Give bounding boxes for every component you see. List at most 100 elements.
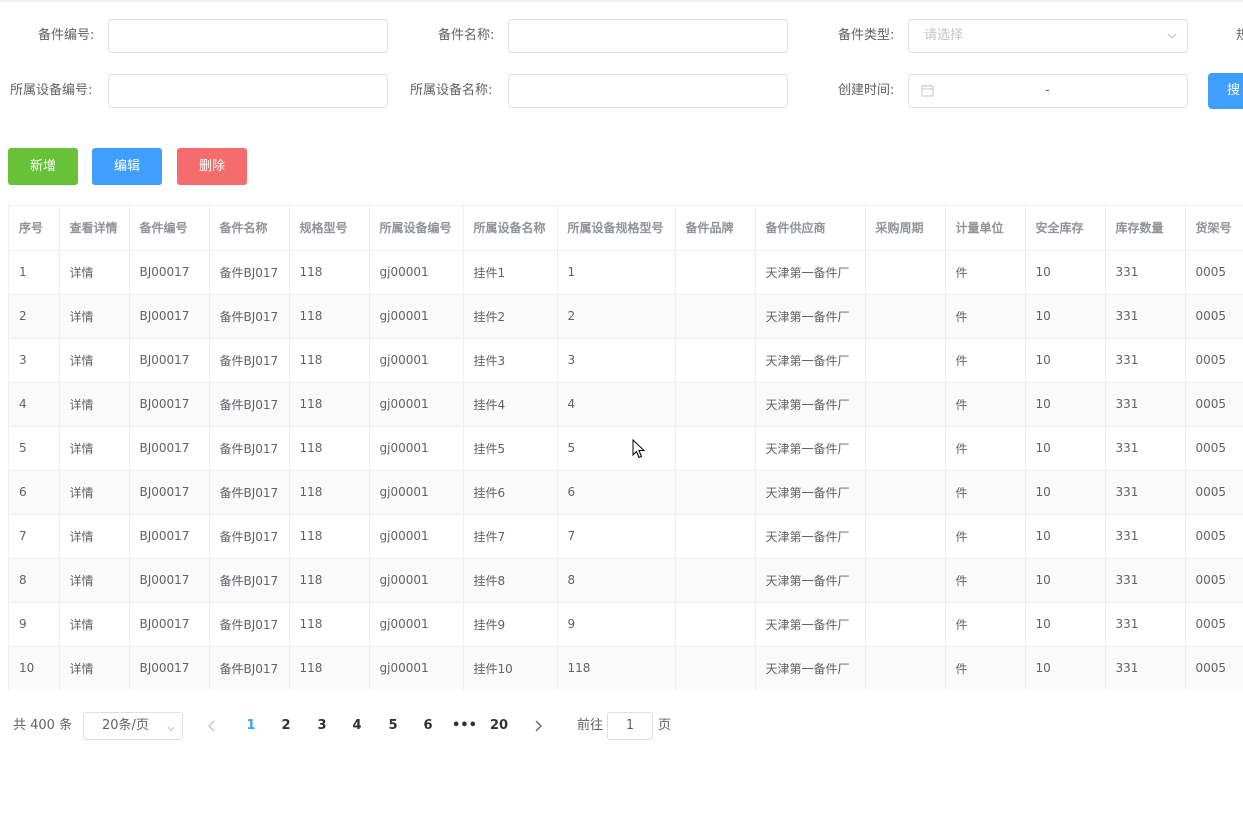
part-name-label: 备件名称: [438, 28, 495, 43]
cell-stock-qty: 331 [1105, 294, 1186, 339]
add-button[interactable]: 新增 [8, 148, 78, 185]
device-code-input[interactable] [108, 74, 388, 108]
table-row[interactable]: 10 详情 BJ00017 备件BJ017 118 gj00001 挂件10 118 天津第一备… [9, 646, 1243, 690]
top-divider [0, 0, 1243, 2]
cell-supplier: 天津第一备件厂 [755, 426, 866, 471]
table-row[interactable]: 3 详情 BJ00017 备件BJ017 118 gj00001 挂件3 3 天津第一备件厂件 1… [9, 338, 1243, 383]
table-row[interactable]: 2 详情 BJ00017 备件BJ017 118 gj00001 挂件2 2 天津第一备件厂件 1… [9, 294, 1243, 339]
cell-part-name: 备件BJ017 [209, 338, 290, 383]
part-name-input[interactable] [508, 19, 788, 53]
part-type-select[interactable]: 请选择 [908, 19, 1188, 53]
goto-page-input[interactable]: 1 [607, 712, 653, 740]
cell-detail[interactable]: 详情 [59, 514, 130, 559]
cell-device-code: gj00001 [369, 338, 464, 383]
table-row[interactable]: 1 详情 BJ00017 备件BJ017 118 gj00001 挂件1 1 天津第一备件厂件 1… [9, 250, 1243, 295]
cell-safety-stock: 10 [1025, 426, 1106, 471]
header-shelf-no: 货架号 [1185, 206, 1243, 251]
cell-unit: 件 [945, 426, 1026, 471]
cell-index: 8 [9, 558, 60, 603]
page-more[interactable]: ••• [452, 708, 477, 744]
table-row[interactable]: 5 详情 BJ00017 备件BJ017 118 gj00001 挂件5 5 天津第一备件厂件 1… [9, 426, 1243, 471]
cell-supplier: 天津第一备件厂 [755, 514, 866, 559]
cell-device-spec: 2 [557, 294, 676, 339]
page-4[interactable]: 4 [345, 708, 369, 744]
cell-part-name: 备件BJ017 [209, 250, 290, 295]
cell-supplier: 天津第一备件厂 [755, 294, 866, 339]
table-header-row: 序号 查看详情 备件编号 备件名称 规格型号 所属设备编号 所属设备名称 所属设… [9, 206, 1243, 251]
cell-supplier: 天津第一备件厂 [755, 470, 866, 515]
table-row[interactable]: 7 详情 BJ00017 备件BJ017 118 gj00001 挂件7 7 天津第一备件厂件 1… [9, 514, 1243, 559]
page-1[interactable]: 1 [239, 708, 263, 744]
cell-safety-stock: 10 [1025, 514, 1106, 559]
cell-part-name: 备件BJ017 [209, 470, 290, 515]
cell-brand [675, 250, 756, 295]
chevron-right-icon[interactable] [532, 720, 544, 732]
cell-brand [675, 558, 756, 603]
search-button[interactable]: 搜 [1208, 73, 1243, 109]
cell-index: 9 [9, 602, 60, 647]
table-row[interactable]: 4 详情 BJ00017 备件BJ017 118 gj00001 挂件4 4 天津第一备件厂件 1… [9, 382, 1243, 427]
cell-brand [675, 470, 756, 515]
cell-stock-qty: 331 [1105, 514, 1186, 559]
cell-index: 2 [9, 294, 60, 339]
cell-safety-stock: 10 [1025, 558, 1106, 603]
cell-part-name: 备件BJ017 [209, 558, 290, 603]
table-row[interactable]: 9 详情 BJ00017 备件BJ017 118 gj00001 挂件9 9 天津第一备件厂件 1… [9, 602, 1243, 647]
chevron-left-icon[interactable] [206, 720, 218, 732]
cell-stock-qty: 331 [1105, 426, 1186, 471]
cell-device-name: 挂件3 [463, 338, 558, 383]
cell-detail[interactable]: 详情 [59, 646, 130, 690]
cell-stock-qty: 331 [1105, 558, 1186, 603]
page-6[interactable]: 6 [416, 708, 440, 744]
cell-part-code: BJ00017 [129, 382, 210, 427]
edit-button[interactable]: 编辑 [92, 148, 162, 185]
cell-detail[interactable]: 详情 [59, 558, 130, 603]
cell-detail[interactable]: 详情 [59, 294, 130, 339]
header-device-spec: 所属设备规格型号 [557, 206, 676, 251]
page-20[interactable]: 20 [487, 708, 511, 744]
cell-device-name: 挂件9 [463, 602, 558, 647]
cell-supplier: 天津第一备件厂 [755, 602, 866, 647]
header-part-name: 备件名称 [209, 206, 290, 251]
cell-device-name: 挂件10 [463, 646, 558, 690]
page-2[interactable]: 2 [274, 708, 298, 744]
cell-detail[interactable]: 详情 [59, 426, 130, 471]
created-time-label: 创建时间: [838, 83, 895, 98]
cell-part-name: 备件BJ017 [209, 602, 290, 647]
page-5[interactable]: 5 [381, 708, 405, 744]
delete-button[interactable]: 删除 [177, 148, 247, 185]
cell-safety-stock: 10 [1025, 294, 1106, 339]
cell-part-code: BJ00017 [129, 646, 210, 690]
table-row[interactable]: 6 详情 BJ00017 备件BJ017 118 gj00001 挂件6 6 天津第一备件厂件 1… [9, 470, 1243, 515]
cell-detail[interactable]: 详情 [59, 382, 130, 427]
cell-detail[interactable]: 详情 [59, 250, 130, 295]
header-purchase-cycle: 采购周期 [865, 206, 946, 251]
header-unit: 计量单位 [945, 206, 1026, 251]
cell-safety-stock: 10 [1025, 338, 1106, 383]
cell-detail[interactable]: 详情 [59, 338, 130, 383]
created-time-range[interactable]: - [908, 74, 1188, 108]
cell-purchase-cycle [865, 294, 946, 339]
device-name-input[interactable] [508, 74, 788, 108]
header-device-code: 所属设备编号 [369, 206, 464, 251]
cell-supplier: 天津第一备件厂 [755, 382, 866, 427]
cell-device-name: 挂件5 [463, 426, 558, 471]
cell-stock-qty: 331 [1105, 338, 1186, 383]
cell-device-spec: 6 [557, 470, 676, 515]
cell-detail[interactable]: 详情 [59, 470, 130, 515]
table-row[interactable]: 8 详情 BJ00017 备件BJ017 118 gj00001 挂件8 8 天津第一备件厂件 1… [9, 558, 1243, 603]
page-3[interactable]: 3 [310, 708, 334, 744]
page-size-select[interactable]: 20条/页 [83, 712, 183, 740]
cell-detail[interactable]: 详情 [59, 602, 130, 647]
cell-spec: 118 [289, 558, 370, 603]
page-unit-label: 页 [658, 718, 672, 733]
cell-purchase-cycle [865, 646, 946, 690]
cell-device-spec: 7 [557, 514, 676, 559]
cell-index: 7 [9, 514, 60, 559]
part-type-label: 备件类型: [838, 28, 895, 43]
cell-device-spec: 9 [557, 602, 676, 647]
cell-shelf-no: 0005 [1185, 602, 1243, 647]
cell-part-code: BJ00017 [129, 602, 210, 647]
cell-purchase-cycle [865, 382, 946, 427]
part-code-input[interactable] [108, 19, 388, 53]
